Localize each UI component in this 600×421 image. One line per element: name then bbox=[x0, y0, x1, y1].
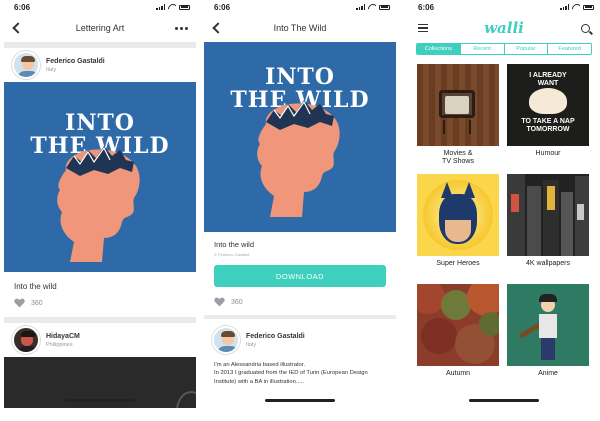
screen-walli-collections: 6:06 walli Collections Recent Popular Fe… bbox=[408, 0, 600, 408]
likes-row: 360 bbox=[204, 297, 396, 307]
collection-thumbnail[interactable] bbox=[507, 174, 589, 256]
collection-tile-anime[interactable]: Anime bbox=[507, 284, 589, 388]
tab-collections[interactable]: Collections bbox=[417, 44, 460, 54]
back-icon[interactable] bbox=[212, 22, 224, 34]
author-location: Philippines bbox=[46, 341, 73, 348]
avatar[interactable] bbox=[12, 326, 40, 354]
home-indicator bbox=[469, 399, 539, 402]
nav-bar: Lettering Art bbox=[4, 14, 196, 42]
collection-label[interactable]: Autumn bbox=[417, 370, 499, 388]
status-icons bbox=[356, 4, 390, 10]
signal-icon bbox=[156, 4, 165, 10]
heart-icon[interactable] bbox=[214, 297, 225, 307]
collection-thumbnail[interactable]: I ALREADY WANT TO TAKE A NAP TOMORROW bbox=[507, 64, 589, 146]
artwork-image[interactable]: INTO THE WILD bbox=[204, 42, 396, 232]
collection-thumbnail[interactable] bbox=[507, 284, 589, 366]
status-time: 6:06 bbox=[214, 2, 231, 12]
status-icons bbox=[156, 4, 190, 10]
avatar[interactable] bbox=[212, 326, 240, 354]
likes-row: 360 bbox=[4, 298, 196, 308]
author-name[interactable]: HidayaCM bbox=[46, 333, 80, 340]
wifi-icon bbox=[368, 4, 376, 10]
status-bar: 6:06 bbox=[408, 0, 600, 14]
artwork-credit: © Federico Gastaldi bbox=[214, 252, 250, 257]
collection-tile-4k-wallpapers[interactable]: 4K wallpapers bbox=[507, 174, 589, 278]
battery-icon bbox=[379, 4, 390, 10]
artwork-title: Into the wild bbox=[214, 240, 255, 249]
tab-recent[interactable]: Recent bbox=[459, 44, 504, 54]
page-title: Into The Wild bbox=[273, 23, 327, 33]
battery-icon bbox=[583, 4, 594, 10]
status-bar: 6:06 bbox=[4, 0, 196, 14]
author-row[interactable]: Federico Gastaldi Italy bbox=[204, 319, 396, 359]
heart-icon[interactable] bbox=[14, 298, 25, 308]
bio-line: I'm an Alessandria based illustrator. bbox=[214, 362, 306, 368]
collection-label[interactable]: Anime bbox=[507, 370, 589, 388]
author-location: Italy bbox=[46, 66, 57, 73]
status-icons bbox=[560, 4, 594, 10]
bio-line: Institute) with a BA in illustration....… bbox=[214, 378, 304, 385]
app-logo: walli bbox=[484, 19, 524, 37]
app-header: walli bbox=[408, 14, 600, 42]
wifi-icon bbox=[168, 4, 176, 10]
back-icon[interactable] bbox=[12, 22, 24, 34]
collection-tile-humour[interactable]: I ALREADY WANT TO TAKE A NAP TOMORROW Hu… bbox=[507, 64, 589, 168]
battery-icon bbox=[179, 4, 190, 10]
author-row[interactable]: HidayaCM Philippines bbox=[4, 323, 196, 357]
screen-lettering-art: 6:06 Lettering Art Federico Gastaldi Ita… bbox=[4, 0, 196, 408]
collection-thumbnail[interactable] bbox=[417, 174, 499, 256]
page-title: Lettering Art bbox=[75, 23, 125, 33]
head-silhouette-graphic bbox=[257, 100, 340, 217]
status-bar: 6:06 bbox=[204, 0, 396, 14]
author-location: Italy bbox=[246, 341, 257, 348]
avatar[interactable] bbox=[12, 51, 40, 79]
status-time: 6:06 bbox=[14, 2, 31, 12]
collection-tile-movies-tv[interactable]: Movies & TV Shows bbox=[417, 64, 499, 168]
wifi-icon bbox=[572, 4, 580, 10]
likes-count: 360 bbox=[31, 299, 43, 307]
tab-featured[interactable]: Featured bbox=[547, 44, 591, 54]
author-row[interactable]: Federico Gastaldi Italy bbox=[4, 48, 196, 82]
collection-tile-super-heroes[interactable]: Super Heroes bbox=[417, 174, 499, 278]
author-name[interactable]: Federico Gastaldi bbox=[246, 333, 305, 340]
search-icon[interactable] bbox=[581, 23, 590, 33]
collection-thumbnail[interactable] bbox=[417, 284, 499, 366]
signal-icon bbox=[560, 4, 569, 10]
menu-icon[interactable] bbox=[418, 23, 428, 33]
collections-grid: Movies & TV Shows I ALREADY WANT TO TAKE… bbox=[408, 55, 600, 388]
download-button[interactable]: DOWNLOAD bbox=[214, 265, 386, 287]
home-indicator bbox=[65, 399, 135, 402]
collection-tile-autumn[interactable]: Autumn bbox=[417, 284, 499, 388]
collection-label[interactable]: 4K wallpapers bbox=[507, 260, 589, 278]
collection-label[interactable]: Movies & TV Shows bbox=[417, 150, 499, 168]
bio-line: In 2013 I graduated from the IED of Turi… bbox=[214, 370, 368, 377]
collection-label[interactable]: Super Heroes bbox=[417, 260, 499, 278]
more-options-icon[interactable] bbox=[175, 26, 188, 30]
screen-artwork-detail: 6:06 Into The Wild INTO THE WILD Into th… bbox=[204, 0, 396, 408]
collection-thumbnail[interactable] bbox=[417, 64, 499, 146]
tab-bar: Collections Recent Popular Featured bbox=[416, 43, 592, 55]
home-indicator bbox=[265, 399, 335, 402]
artwork-image[interactable]: INTO THE WILD bbox=[4, 82, 196, 272]
collection-label[interactable]: Humour bbox=[507, 150, 589, 168]
status-time: 6:06 bbox=[418, 2, 435, 12]
tab-popular[interactable]: Popular bbox=[503, 44, 548, 54]
head-silhouette-graphic bbox=[57, 146, 140, 262]
nav-bar: Into The Wild bbox=[204, 14, 396, 42]
artwork-title[interactable]: Into the wild bbox=[4, 282, 196, 291]
author-name[interactable]: Federico Gastaldi bbox=[46, 58, 105, 65]
likes-count: 360 bbox=[231, 298, 243, 306]
signal-icon bbox=[356, 4, 365, 10]
author-bio: I'm an Alessandria based illustrator. In… bbox=[204, 361, 396, 386]
